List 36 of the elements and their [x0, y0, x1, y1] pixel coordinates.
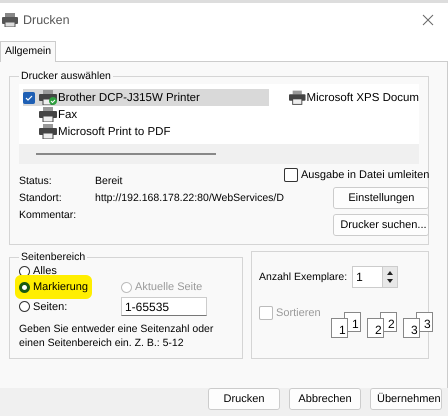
copies-field[interactable]: 1: [352, 266, 382, 288]
printer-item[interactable]: Microsoft XPS Docum: [273, 89, 419, 106]
dialog-button[interactable]: Drucker suchen...: [333, 214, 430, 236]
group-title: Seitenbereich: [20, 251, 86, 263]
info-label: Kommentar:: [19, 209, 78, 221]
tab[interactable]: Allgemein: [0, 41, 56, 62]
page-icon: 3: [402, 318, 420, 338]
radio-option[interactable]: Seiten:: [19, 300, 68, 312]
printer-icon: [39, 90, 57, 105]
info-label: Status:: [19, 175, 53, 187]
dialog-button[interactable]: Abbrechen: [289, 388, 361, 410]
printer-icon: [39, 107, 57, 122]
spin-arrows-icon[interactable]: [382, 266, 398, 288]
pages-field[interactable]: 1-65535: [121, 297, 207, 316]
scrollbar-thumb[interactable]: [36, 153, 216, 155]
hint-text: Geben Sie entweder eine Seitenzahl oder einen Seitenbereich ein. Z. B.: 5-12: [19, 322, 214, 350]
check-icon: [23, 92, 35, 104]
dialog-button[interactable]: Einstellungen: [333, 187, 430, 209]
printer-icon: [39, 124, 57, 139]
close-icon[interactable]: [422, 14, 434, 26]
dialog-button[interactable]: Übernehmen: [370, 388, 442, 410]
printer-item[interactable]: Brother DCP-J315W Printer: [23, 89, 269, 106]
info-value: http://192.168.178.22:80/WebServices/D: [95, 192, 284, 204]
radio-option[interactable]: Markierung: [15, 275, 92, 299]
printer-item[interactable]: Microsoft Print to PDF: [23, 123, 273, 140]
copies-label: Anzahl Exemplare:: [259, 271, 348, 283]
print-to-file-checkbox[interactable]: Ausgabe in Datei umleiten: [284, 168, 430, 182]
dialog-button[interactable]: Drucken: [208, 388, 280, 410]
info-value: Bereit: [95, 175, 124, 187]
page-icon: 2: [366, 318, 384, 338]
printer-item[interactable]: Fax: [23, 106, 273, 123]
window-title: Drucken: [23, 13, 71, 27]
printer-icon: [289, 90, 306, 105]
group-title: Drucker auswählen: [20, 70, 112, 82]
page-icon: 1: [330, 318, 348, 338]
info-label: Standort:: [19, 192, 63, 204]
